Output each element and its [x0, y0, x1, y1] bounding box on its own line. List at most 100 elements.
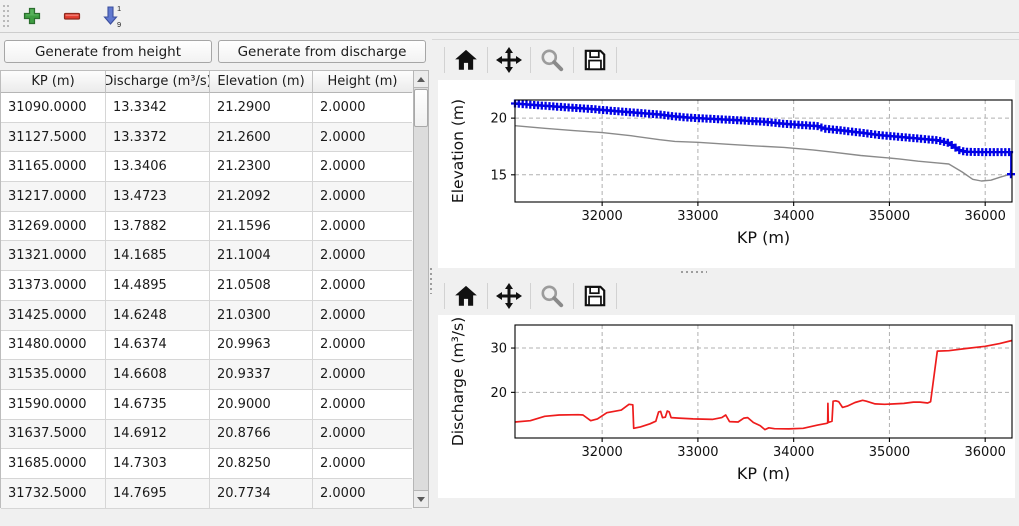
table-cell[interactable]: 13.4723 — [106, 182, 210, 212]
table-row[interactable]: 31732.500014.769520.77342.0000 — [1, 479, 413, 509]
toolbar-separator — [616, 283, 617, 309]
home-button[interactable] — [451, 282, 481, 310]
table-cell[interactable]: 2.0000 — [313, 479, 412, 509]
table-cell[interactable]: 13.3342 — [106, 93, 210, 123]
table-cell[interactable]: 20.8766 — [210, 420, 313, 450]
table-row[interactable]: 31685.000014.730320.82502.0000 — [1, 449, 413, 479]
tick-marks — [511, 348, 985, 442]
scrollbar-thumb[interactable] — [414, 89, 428, 127]
elevation-chart-canvas[interactable]: 32000330003400035000360001520KP (m)Eleva… — [438, 80, 1015, 268]
table-cell[interactable]: 31480.0000 — [1, 331, 106, 361]
table-cell[interactable]: 21.1596 — [210, 212, 313, 242]
generate-from-discharge-button[interactable]: Generate from discharge — [218, 40, 426, 63]
table-cell[interactable]: 31590.0000 — [1, 390, 106, 420]
table-cell[interactable]: 14.4895 — [106, 271, 210, 301]
table-cell[interactable]: 2.0000 — [313, 271, 412, 301]
column-header[interactable]: KP (m) — [1, 71, 106, 93]
toolbar-drag-handle[interactable] — [3, 5, 10, 27]
column-header[interactable]: Discharge (m³/s) — [106, 71, 210, 93]
table-cell[interactable]: 14.6912 — [106, 420, 210, 450]
table-cell[interactable]: 31535.0000 — [1, 360, 106, 390]
table-cell[interactable]: 31685.0000 — [1, 449, 106, 479]
table-cell[interactable]: 14.6248 — [106, 301, 210, 331]
zoom-button[interactable] — [537, 282, 567, 310]
vertical-splitter-handle[interactable] — [430, 268, 432, 294]
table-cell[interactable]: 20.9337 — [210, 360, 313, 390]
table-cell[interactable]: 13.3406 — [106, 152, 210, 182]
table-cell[interactable]: 31217.0000 — [1, 182, 106, 212]
table-cell[interactable]: 31425.0000 — [1, 301, 106, 331]
scrollbar-down-arrow[interactable] — [414, 490, 428, 507]
table-cell[interactable]: 31732.5000 — [1, 479, 106, 509]
table-cell[interactable]: 21.2300 — [210, 152, 313, 182]
table-cell[interactable]: 20.7734 — [210, 479, 313, 509]
column-header[interactable]: Elevation (m) — [210, 71, 313, 93]
table-cell[interactable]: 14.1685 — [106, 241, 210, 271]
table-cell[interactable]: 31269.0000 — [1, 212, 106, 242]
save-button[interactable] — [580, 282, 610, 310]
table-cell[interactable]: 31165.0000 — [1, 152, 106, 182]
add-row-button[interactable] — [18, 3, 46, 29]
table-cell[interactable]: 13.7882 — [106, 212, 210, 242]
table-cell[interactable]: 31127.5000 — [1, 123, 106, 153]
table-cell[interactable]: 14.6608 — [106, 360, 210, 390]
sort-rows-button[interactable]: 1 9 — [98, 3, 126, 29]
home-button[interactable] — [451, 46, 481, 74]
table-cell[interactable]: 14.7303 — [106, 449, 210, 479]
table-cell[interactable]: 21.1004 — [210, 241, 313, 271]
table-row[interactable]: 31127.500013.337221.26002.0000 — [1, 123, 413, 153]
table-cell[interactable]: 31373.0000 — [1, 271, 106, 301]
table-row[interactable]: 31269.000013.788221.15962.0000 — [1, 212, 413, 242]
table-cell[interactable]: 14.6374 — [106, 331, 210, 361]
table-cell[interactable]: 2.0000 — [313, 93, 412, 123]
table-cell[interactable]: 21.2900 — [210, 93, 313, 123]
table-cell[interactable]: 20.9963 — [210, 331, 313, 361]
pan-button[interactable] — [494, 282, 524, 310]
table-row[interactable]: 31425.000014.624821.03002.0000 — [1, 301, 413, 331]
table-cell[interactable]: 21.2092 — [210, 182, 313, 212]
save-button[interactable] — [580, 46, 610, 74]
table-row[interactable]: 31535.000014.660820.93372.0000 — [1, 360, 413, 390]
table-cell[interactable]: 14.6735 — [106, 390, 210, 420]
table-cell[interactable]: 2.0000 — [313, 360, 412, 390]
table-cell[interactable]: 31637.5000 — [1, 420, 106, 450]
table-cell[interactable]: 2.0000 — [313, 123, 412, 153]
table-row[interactable]: 31090.000013.334221.29002.0000 — [1, 93, 413, 123]
table-cell[interactable]: 2.0000 — [313, 241, 412, 271]
table-cell[interactable]: 21.2600 — [210, 123, 313, 153]
table-cell[interactable]: 20.9000 — [210, 390, 313, 420]
table-cell[interactable]: 2.0000 — [313, 212, 412, 242]
table-cell[interactable]: 31321.0000 — [1, 241, 106, 271]
table-row[interactable]: 31637.500014.691220.87662.0000 — [1, 420, 413, 450]
table-row[interactable]: 31217.000013.472321.20922.0000 — [1, 182, 413, 212]
table-cell[interactable]: 14.7695 — [106, 479, 210, 509]
table-cell[interactable]: 2.0000 — [313, 420, 412, 450]
horizontal-splitter-handle[interactable] — [681, 271, 707, 273]
table-cell[interactable]: 2.0000 — [313, 449, 412, 479]
discharge-chart-canvas[interactable]: 32000330003400035000360002030KP (m)Disch… — [438, 315, 1015, 498]
table-cell[interactable]: 21.0300 — [210, 301, 313, 331]
remove-row-button[interactable] — [58, 3, 86, 29]
table-row[interactable]: 31321.000014.168521.10042.0000 — [1, 241, 413, 271]
table-row[interactable]: 31165.000013.340621.23002.0000 — [1, 152, 413, 182]
table-cell[interactable]: 20.8250 — [210, 449, 313, 479]
table-cell[interactable]: 2.0000 — [313, 152, 412, 182]
x-tick-label: 33000 — [677, 445, 718, 460]
table-cell[interactable]: 2.0000 — [313, 331, 412, 361]
table-scrollbar[interactable] — [413, 70, 429, 508]
table-cell[interactable]: 21.0508 — [210, 271, 313, 301]
table-row[interactable]: 31590.000014.673520.90002.0000 — [1, 390, 413, 420]
column-header[interactable]: Height (m) — [313, 71, 412, 93]
table-cell[interactable]: 2.0000 — [313, 301, 412, 331]
zoom-button[interactable] — [537, 46, 567, 74]
table-cell[interactable]: 2.0000 — [313, 182, 412, 212]
table-cell[interactable]: 31090.0000 — [1, 93, 106, 123]
table-row[interactable]: 31373.000014.489521.05082.0000 — [1, 271, 413, 301]
scrollbar-up-arrow[interactable] — [414, 71, 428, 88]
generate-from-height-button[interactable]: Generate from height — [4, 40, 212, 63]
pan-button[interactable] — [494, 46, 524, 74]
table-cell[interactable]: 13.3372 — [106, 123, 210, 153]
table-row[interactable]: 31480.000014.637420.99632.0000 — [1, 331, 413, 361]
y-axis-label: Discharge (m³/s) — [449, 317, 467, 446]
table-cell[interactable]: 2.0000 — [313, 390, 412, 420]
